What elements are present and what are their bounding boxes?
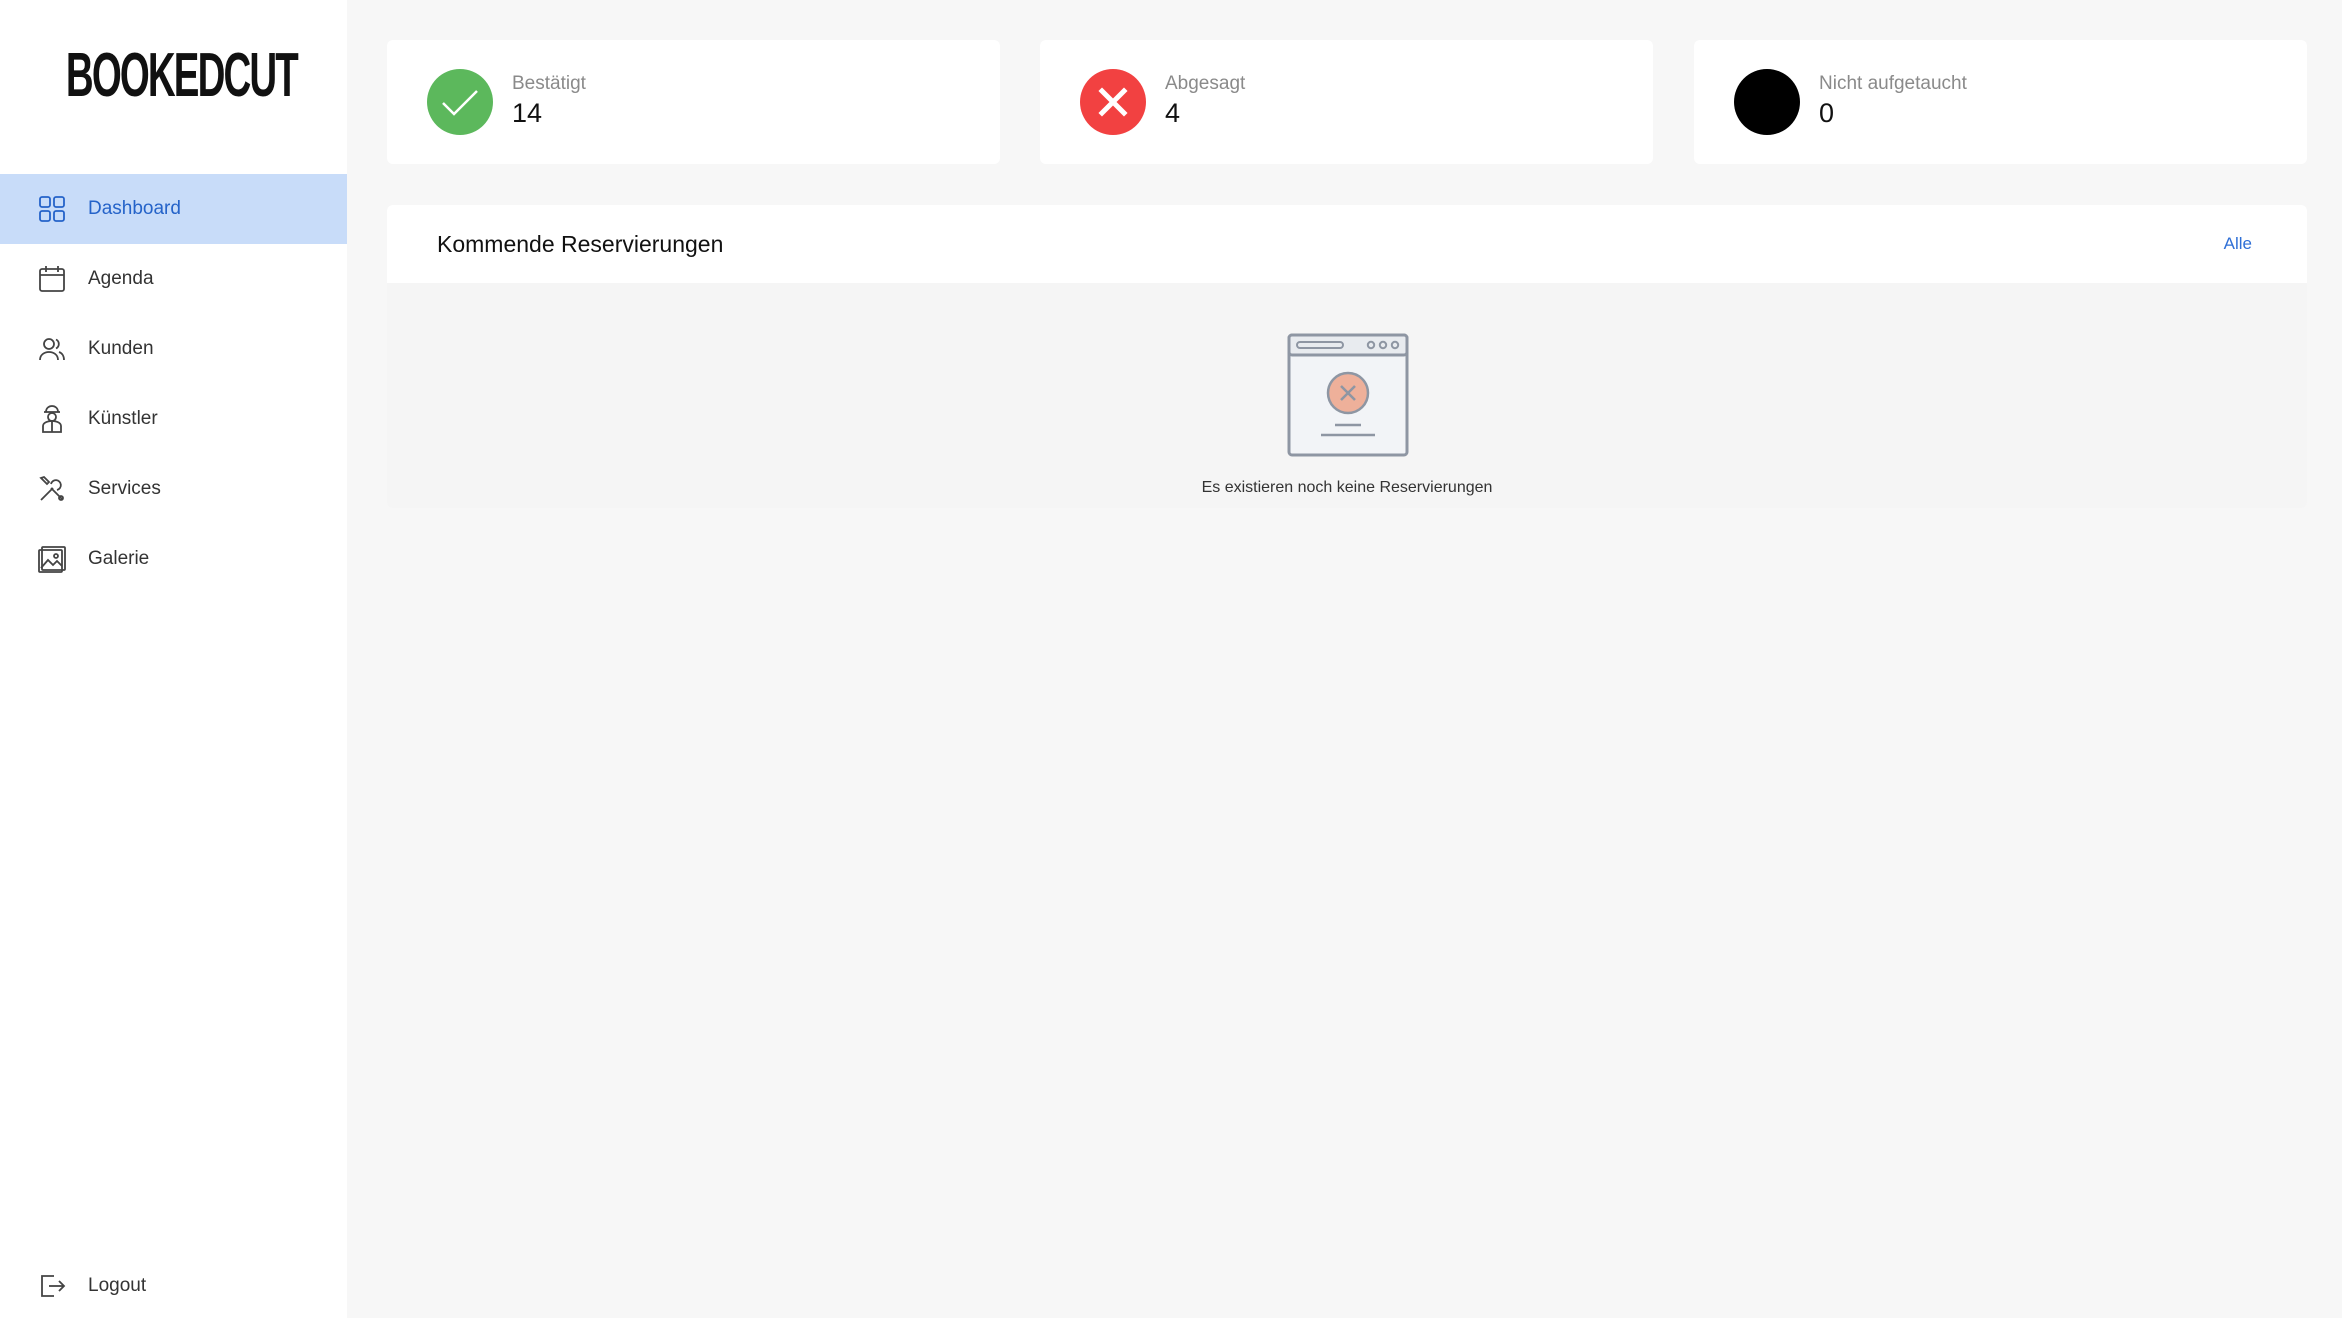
x-icon — [1080, 69, 1146, 135]
sidebar-item-galerie[interactable]: Galerie — [0, 524, 347, 594]
brand-logo[interactable]: BOOKEDCUT — [66, 40, 299, 111]
sidebar-item-kuenstler[interactable]: Künstler — [0, 384, 347, 454]
sidebar-nav: Dashboard Agenda Kunden Künstler Service… — [0, 174, 347, 594]
logout-icon — [36, 1270, 68, 1302]
sidebar-item-label: Dashboard — [88, 198, 181, 219]
stat-card-no-show: Nicht aufgetaucht 0 — [1694, 40, 2307, 164]
sidebar-item-kunden[interactable]: Kunden — [0, 314, 347, 384]
sidebar-item-label: Galerie — [88, 548, 150, 569]
stat-value: 4 — [1165, 98, 1181, 128]
artist-icon — [36, 403, 68, 435]
image-icon — [36, 543, 68, 575]
sidebar-item-label: Services — [88, 478, 161, 499]
stat-label: Nicht aufgetaucht — [1819, 73, 1967, 94]
reservations-body: Es existieren noch keine Reservierungen — [387, 283, 2307, 508]
reservations-header: Kommende Reservierungen Alle — [387, 205, 2307, 283]
sidebar-item-dashboard[interactable]: Dashboard — [0, 174, 347, 244]
grid-icon — [36, 193, 68, 225]
empty-state-text: Es existieren noch keine Reservierungen — [1201, 479, 1493, 496]
dot-icon — [1734, 69, 1800, 135]
sidebar-item-label: Agenda — [88, 268, 154, 289]
stat-label: Bestätigt — [512, 73, 586, 94]
logout-section: Logout — [0, 1251, 347, 1318]
stat-value: 0 — [1819, 98, 1835, 128]
calendar-icon — [36, 263, 68, 295]
view-all-link[interactable]: Alle — [2224, 234, 2252, 254]
stat-value: 14 — [512, 98, 543, 128]
users-icon — [36, 333, 68, 365]
empty-state-icon — [1287, 333, 1409, 457]
logout-label: Logout — [88, 1275, 147, 1296]
stat-label: Abgesagt — [1165, 73, 1246, 94]
sidebar-item-services[interactable]: Services — [0, 454, 347, 524]
sidebar-item-agenda[interactable]: Agenda — [0, 244, 347, 314]
sidebar: BOOKEDCUT Dashboard Agenda Kunden Künstl… — [0, 0, 347, 1318]
reservations-title: Kommende Reservierungen — [437, 231, 724, 257]
check-icon — [427, 69, 493, 135]
logout-button[interactable]: Logout — [0, 1251, 347, 1318]
tools-icon — [36, 473, 68, 505]
sidebar-item-label: Kunden — [88, 338, 154, 359]
stat-card-cancelled: Abgesagt 4 — [1040, 40, 1653, 164]
stat-card-confirmed: Bestätigt 14 — [387, 40, 1000, 164]
sidebar-item-label: Künstler — [88, 408, 158, 429]
